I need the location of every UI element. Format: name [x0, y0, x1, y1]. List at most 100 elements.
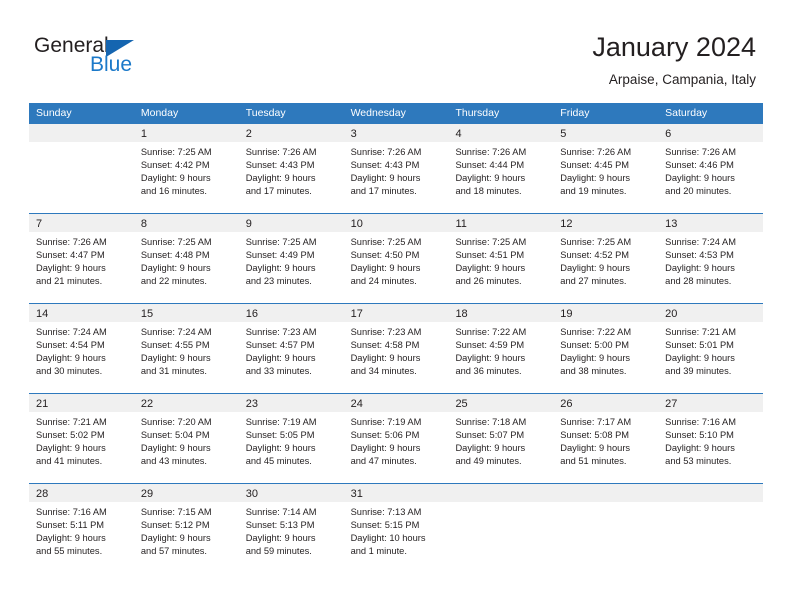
day-detail-line: Sunset: 5:10 PM: [665, 430, 734, 441]
day-number-band: [448, 484, 554, 502]
day-number-band: 26: [553, 394, 659, 412]
day-number: 24: [350, 398, 363, 410]
day-cell-details: Sunrise: 7:24 AM Sunset: 4:55 PM Daylight:…: [134, 322, 239, 378]
day-number-band: 11: [448, 214, 554, 232]
day-detail-line: Sunrise: 7:25 AM: [140, 237, 212, 247]
day-cell-2[interactable]: 2 Sunrise: 7:26 AM Sunset: 4:43 PM Daylight…: [238, 124, 344, 213]
day-number-band: 1: [133, 124, 239, 142]
day-cell-16[interactable]: 16 Sunrise: 7:23 AM Sunset: 4:57 PM Dayligh…: [238, 304, 344, 393]
day-cell-details: Sunrise: 7:21 AM Sunset: 5:02 PM Daylight:…: [29, 412, 134, 468]
day-detail-line: and 16 minutes.: [140, 186, 208, 197]
day-number: 27: [665, 398, 678, 410]
day-cell-28[interactable]: 28 Sunrise: 7:16 AM Sunset: 5:11 PM Dayligh…: [29, 484, 134, 573]
day-detail-line: and 21 minutes.: [36, 276, 103, 287]
page-header: General Blue January 2024 Arpaise, Campa…: [0, 0, 792, 100]
day-of-week-header-monday: Monday: [140, 107, 179, 119]
day-detail-line: Sunset: 4:55 PM: [140, 340, 210, 351]
day-cell-20[interactable]: 20 Sunrise: 7:21 AM Sunset: 5:01 PM Dayligh…: [658, 304, 764, 393]
day-detail-line: Sunrise: 7:23 AM: [350, 327, 422, 337]
day-cell-30[interactable]: 30 Sunrise: 7:14 AM Sunset: 5:13 PM Dayligh…: [238, 484, 344, 573]
day-cell-3[interactable]: 3 Sunrise: 7:26 AM Sunset: 4:43 PM Daylight…: [343, 124, 449, 213]
day-cell-details: Sunrise: 7:25 AM Sunset: 4:50 PM Daylight:…: [344, 232, 449, 288]
day-number-band: 18: [448, 304, 554, 322]
day-detail-line: Daylight: 9 hours: [140, 533, 211, 544]
day-cell-31[interactable]: 31 Sunrise: 7:13 AM Sunset: 5:15 PM Dayligh…: [343, 484, 449, 573]
day-cell-empty: [553, 484, 659, 573]
day-cell-27[interactable]: 27 Sunrise: 7:16 AM Sunset: 5:10 PM Dayligh…: [658, 394, 764, 483]
day-detail-line: and 59 minutes.: [245, 546, 312, 557]
day-number: 31: [350, 488, 363, 500]
day-number: 1: [140, 128, 147, 140]
day-number: 16: [245, 308, 258, 320]
day-number-band: 29: [133, 484, 239, 502]
day-cell-18[interactable]: 18 Sunrise: 7:22 AM Sunset: 4:59 PM Dayligh…: [448, 304, 554, 393]
day-cell-24[interactable]: 24 Sunrise: 7:19 AM Sunset: 5:06 PM Dayligh…: [343, 394, 449, 483]
day-number-band: 27: [658, 394, 764, 412]
day-detail-line: Sunrise: 7:26 AM: [350, 147, 422, 157]
day-cell-14[interactable]: 14 Sunrise: 7:24 AM Sunset: 4:54 PM Dayligh…: [29, 304, 134, 393]
day-detail-line: Daylight: 9 hours: [455, 263, 526, 274]
day-detail-line: Daylight: 9 hours: [245, 353, 316, 364]
day-cell-19[interactable]: 19 Sunrise: 7:22 AM Sunset: 5:00 PM Dayligh…: [553, 304, 659, 393]
day-cell-11[interactable]: 11 Sunrise: 7:25 AM Sunset: 4:51 PM Dayligh…: [448, 214, 554, 303]
day-detail-line: Daylight: 9 hours: [140, 173, 211, 184]
day-cell-9[interactable]: 9 Sunrise: 7:25 AM Sunset: 4:49 PM Daylight…: [238, 214, 344, 303]
day-number: 8: [140, 218, 147, 230]
day-number-band: 14: [29, 304, 134, 322]
day-number-band: 25: [448, 394, 554, 412]
day-detail-line: Daylight: 9 hours: [560, 443, 631, 454]
day-cell-details: Sunrise: 7:13 AM Sunset: 5:15 PM Daylight:…: [344, 502, 449, 558]
day-number: 30: [245, 488, 258, 500]
day-cell-10[interactable]: 10 Sunrise: 7:25 AM Sunset: 4:50 PM Dayligh…: [343, 214, 449, 303]
day-number: 29: [140, 488, 154, 500]
day-cell-17[interactable]: 17 Sunrise: 7:23 AM Sunset: 4:58 PM Dayligh…: [343, 304, 449, 393]
day-detail-line: Sunset: 4:42 PM: [140, 160, 210, 171]
day-detail-line: Sunset: 4:51 PM: [455, 250, 525, 261]
day-detail-line: Sunset: 5:11 PM: [36, 520, 105, 531]
day-cell-23[interactable]: 23 Sunrise: 7:19 AM Sunset: 5:05 PM Dayligh…: [238, 394, 344, 483]
general-blue-logo[interactable]: General Blue: [34, 35, 184, 87]
day-cell-7[interactable]: 7 Sunrise: 7:26 AM Sunset: 4:47 PM Daylight…: [29, 214, 134, 303]
day-cell-details: Sunrise: 7:22 AM Sunset: 4:59 PM Daylight:…: [448, 322, 553, 378]
day-detail-line: Sunset: 5:08 PM: [560, 430, 630, 441]
calendar-week-cells: 7 Sunrise: 7:26 AM Sunset: 4:47 PM Daylight…: [29, 214, 764, 303]
day-number: 25: [455, 398, 468, 410]
day-detail-line: Daylight: 9 hours: [560, 353, 631, 364]
day-cell-details: Sunrise: 7:20 AM Sunset: 5:04 PM Daylight:…: [134, 412, 239, 468]
day-cell-1[interactable]: 1 Sunrise: 7:25 AM Sunset: 4:42 PM Daylight…: [133, 124, 239, 213]
day-cell-12[interactable]: 12 Sunrise: 7:25 AM Sunset: 4:52 PM Dayligh…: [553, 214, 659, 303]
day-detail-line: Sunset: 4:45 PM: [560, 160, 630, 171]
day-cell-13[interactable]: 13 Sunrise: 7:24 AM Sunset: 4:53 PM Dayligh…: [658, 214, 764, 303]
day-cell-8[interactable]: 8 Sunrise: 7:25 AM Sunset: 4:48 PM Daylight…: [133, 214, 239, 303]
day-of-week-header-thursday: Thursday: [455, 107, 500, 119]
day-cell-6[interactable]: 6 Sunrise: 7:26 AM Sunset: 4:46 PM Daylight…: [658, 124, 764, 213]
day-cell-details: Sunrise: 7:25 AM Sunset: 4:42 PM Daylight:…: [134, 142, 239, 198]
day-detail-line: Sunset: 4:43 PM: [245, 160, 315, 171]
day-cell-29[interactable]: 29 Sunrise: 7:15 AM Sunset: 5:12 PM Dayligh…: [133, 484, 239, 573]
day-cell-4[interactable]: 4 Sunrise: 7:26 AM Sunset: 4:44 PM Daylight…: [448, 124, 554, 213]
day-detail-line: Daylight: 9 hours: [245, 173, 316, 184]
day-cell-21[interactable]: 21 Sunrise: 7:21 AM Sunset: 5:02 PM Dayligh…: [29, 394, 134, 483]
day-number-band: 30: [238, 484, 344, 502]
day-cell-25[interactable]: 25 Sunrise: 7:18 AM Sunset: 5:07 PM Dayligh…: [448, 394, 554, 483]
day-cell-26[interactable]: 26 Sunrise: 7:17 AM Sunset: 5:08 PM Dayligh…: [553, 394, 659, 483]
day-cell-22[interactable]: 22 Sunrise: 7:20 AM Sunset: 5:04 PM Dayligh…: [133, 394, 239, 483]
day-detail-line: Daylight: 9 hours: [350, 173, 421, 184]
day-number-band: 28: [29, 484, 134, 502]
day-number-band: [29, 124, 134, 142]
day-detail-line: Daylight: 10 hours: [350, 533, 426, 544]
day-detail-line: Sunrise: 7:24 AM: [36, 327, 107, 337]
page-title: January 2024: [592, 32, 756, 62]
day-cell-5[interactable]: 5 Sunrise: 7:26 AM Sunset: 4:45 PM Daylight…: [553, 124, 659, 213]
day-number-band: 20: [658, 304, 764, 322]
day-of-week-header-tuesday: Tuesday: [245, 107, 286, 119]
day-number: 22: [140, 398, 154, 410]
day-number-band: 8: [133, 214, 239, 232]
day-of-week-header-saturday: Saturday: [665, 107, 708, 119]
day-detail-line: Sunset: 4:46 PM: [665, 160, 734, 171]
day-cell-empty: [29, 124, 134, 213]
day-detail-line: Sunset: 5:15 PM: [350, 520, 420, 531]
day-cell-15[interactable]: 15 Sunrise: 7:24 AM Sunset: 4:55 PM Dayligh…: [133, 304, 239, 393]
day-detail-line: Daylight: 9 hours: [350, 353, 421, 364]
calendar-week-row: 28 Sunrise: 7:16 AM Sunset: 5:11 PM Dayligh…: [29, 483, 764, 573]
